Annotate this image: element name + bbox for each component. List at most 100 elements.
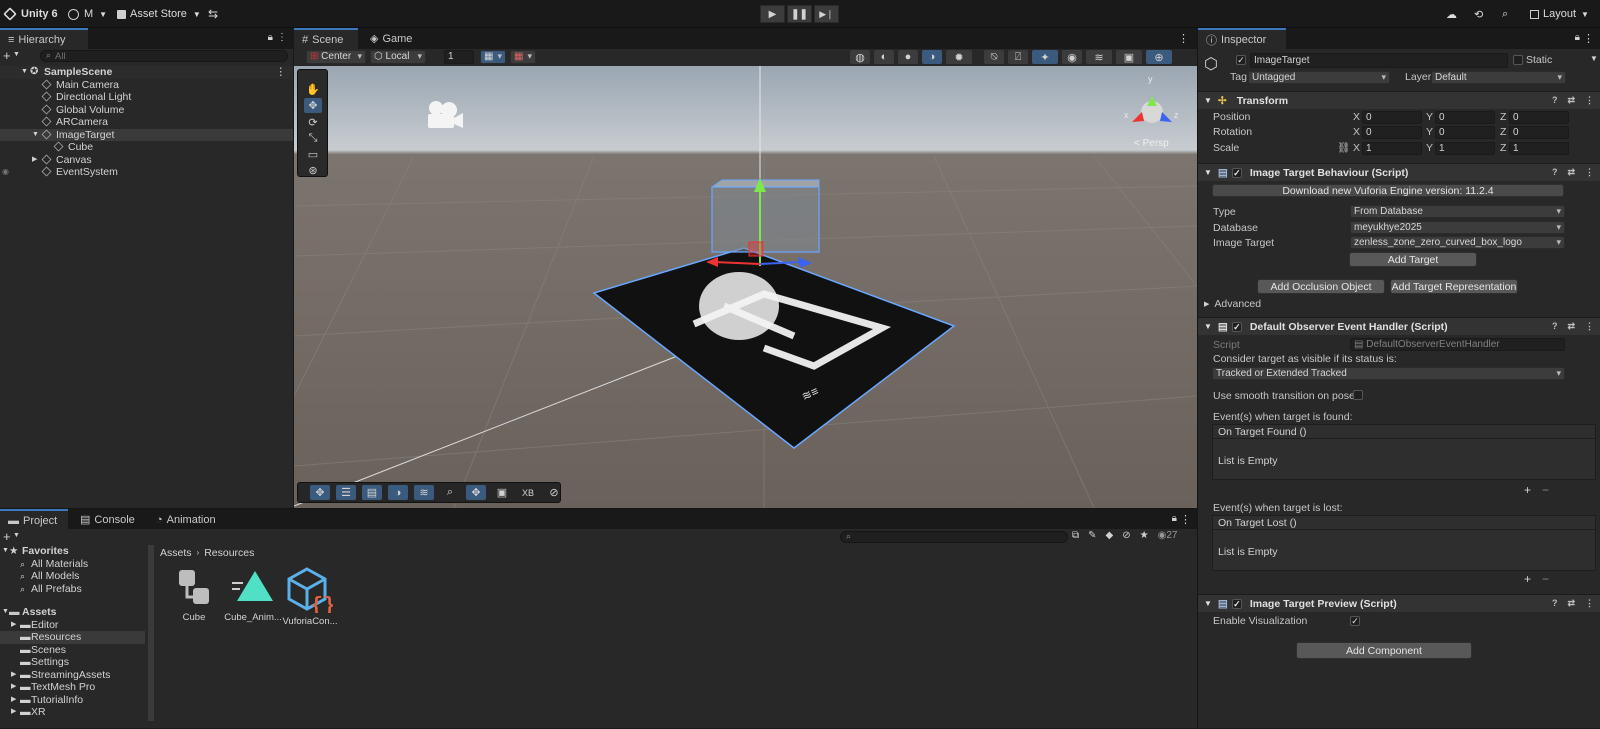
folder-row[interactable]: ▶ ▬ TextMesh Pro [0, 681, 145, 694]
cube-mesh[interactable] [711, 186, 820, 253]
tab-scene[interactable]: # Scene [294, 28, 358, 49]
effects-icon[interactable]: ✦ [1032, 50, 1058, 64]
grid-visibility-toggle[interactable]: ▦ [510, 50, 536, 64]
more-icon[interactable]: ⋮ [1585, 321, 1594, 332]
help-icon[interactable]: ? [1552, 598, 1558, 609]
add-icon[interactable]: + [1524, 483, 1531, 497]
favorites-row[interactable]: ▼ ★ Favorites [0, 545, 145, 558]
perspective-label[interactable]: < Persp [1134, 138, 1169, 149]
component-enabled-checkbox[interactable]: ✓ [1231, 167, 1242, 178]
asset-store-dropdown[interactable]: Asset Store ▼ [117, 4, 201, 24]
add-icon[interactable]: + [3, 529, 11, 544]
image-target-preview-header[interactable]: ▼ ▤ ✓ Image Target Preview (Script) ? ⇄ ⋮ [1198, 594, 1600, 612]
active-checkbox[interactable]: ✓ [1236, 55, 1246, 65]
download-vuforia-button[interactable]: Download new Vuforia Engine version: 11.… [1212, 184, 1564, 197]
hierarchy-search-input[interactable]: ⌕ All [40, 50, 288, 62]
link-icon[interactable]: ⛓ [1337, 141, 1350, 154]
grid-snap-toggle[interactable]: ▦ [480, 50, 506, 64]
transform-tool-icon[interactable]: ⊛ [304, 163, 322, 178]
hierarchy-item-arcamera[interactable]: ARCamera [0, 116, 293, 129]
add-icon[interactable]: + [1524, 572, 1531, 586]
tab-animation[interactable]: ◔ Animation [148, 509, 224, 530]
history-icon[interactable]: ⟲ [1474, 4, 1483, 24]
version-control-icon[interactable]: ⇆ [208, 4, 218, 24]
component-enabled-checkbox[interactable]: ✓ [1231, 321, 1242, 332]
object-name-input[interactable]: ImageTarget [1250, 53, 1508, 68]
position-x-field[interactable]: 0 [1362, 111, 1422, 124]
folder-row[interactable]: ▬ Scenes [0, 644, 145, 657]
camera-icon[interactable]: ▣ [492, 485, 512, 500]
wireframe-icon[interactable]: ◍ [850, 50, 870, 64]
breadcrumb-assets[interactable]: Assets [160, 547, 192, 559]
scale-tool-icon[interactable]: ⤡ [304, 131, 322, 146]
lock-icon[interactable]: 🔒︎ [268, 32, 273, 43]
favorite-item[interactable]: ⌕ All Materials [0, 558, 145, 571]
xb-button[interactable]: XB [518, 485, 538, 500]
move-icon[interactable]: ✥ [466, 485, 486, 500]
scale-y-field[interactable]: 1 [1435, 142, 1495, 155]
add-icon[interactable]: + [3, 49, 11, 63]
tab-hierarchy[interactable]: ≡ Hierarchy [0, 28, 88, 49]
folder-row[interactable]: ▶ ▬ StreamingAssets [0, 669, 145, 682]
add-component-button[interactable]: Add Component [1296, 642, 1472, 659]
fx-icon[interactable]: ⍁ [1008, 50, 1028, 64]
preset-icon[interactable]: ⇄ [1567, 321, 1575, 332]
shaded-wireframe-icon[interactable]: ◐ [874, 50, 894, 64]
hierarchy-item-cube[interactable]: Cube [0, 141, 293, 154]
warning-icon[interactable]: ⊘ [1122, 530, 1130, 541]
more-icon[interactable]: ⋮ [1585, 95, 1594, 106]
pause-button[interactable]: ❚❚ [787, 5, 812, 23]
folder-row[interactable]: ▶ ▬ Editor [0, 619, 145, 632]
move-tool-icon[interactable]: ✥ [304, 98, 322, 113]
audio-icon[interactable]: ⍉ [984, 50, 1004, 64]
folder-row[interactable]: ▶ ▬ TutorialInfo [0, 694, 145, 707]
enable-visualization-checkbox[interactable]: ✓ [1350, 616, 1360, 626]
compass-icon[interactable]: ⊘ [544, 485, 564, 500]
favorite-item[interactable]: ⌕ All Prefabs [0, 583, 145, 596]
transform-header[interactable]: ▼ ✢ Transform ? ⇄ ⋮ [1198, 91, 1600, 109]
scale-x-field[interactable]: 1 [1362, 142, 1422, 155]
cloud-icon[interactable]: ☁ [1446, 4, 1457, 24]
rotation-y-field[interactable]: 0 [1435, 126, 1495, 139]
help-icon[interactable]: ? [1552, 95, 1558, 106]
rotation-x-field[interactable]: 0 [1362, 126, 1422, 139]
advanced-foldout[interactable]: ▶ Advanced [1204, 298, 1261, 310]
hierarchy-item-global-volume[interactable]: Global Volume [0, 104, 293, 117]
remove-icon[interactable]: − [1542, 572, 1549, 586]
help-icon[interactable]: ? [1552, 321, 1558, 332]
visibility-count[interactable]: ◉27 [1158, 530, 1178, 541]
asset-item[interactable]: Cube_Anim... [224, 567, 282, 623]
preset-icon[interactable]: ⇄ [1567, 167, 1575, 178]
more-icon[interactable]: ⋮ [1585, 598, 1594, 609]
scale-z-field[interactable]: 1 [1509, 142, 1569, 155]
position-y-field[interactable]: 0 [1435, 111, 1495, 124]
position-z-field[interactable]: 0 [1509, 111, 1569, 124]
folder-row[interactable]: ▬ Settings [0, 656, 145, 669]
script-field[interactable]: ▤ DefaultObserverEventHandler [1350, 338, 1565, 351]
hierarchy-item-directional-light[interactable]: Directional Light [0, 91, 293, 104]
rect-tool-icon[interactable]: ▭ [304, 147, 322, 162]
layers-icon[interactable]: ≋ [414, 485, 434, 500]
space-dropdown[interactable]: ⬡ Local [370, 50, 426, 64]
hand-tool-icon[interactable]: ✋ [304, 82, 322, 97]
search-icon[interactable]: ⌕ [1502, 4, 1508, 24]
smooth-transition-checkbox[interactable] [1353, 390, 1363, 400]
folder-row[interactable]: ▶ ▬ XR [0, 706, 145, 719]
image-target-dropdown[interactable]: zenless_zone_zero_curved_box_logo [1350, 236, 1565, 249]
component-enabled-checkbox[interactable]: ✓ [1231, 598, 1242, 609]
more-icon[interactable]: ⋮ [1585, 167, 1594, 178]
layers-icon[interactable]: ≋ [1086, 50, 1112, 64]
account-dropdown[interactable]: M ▼ [68, 4, 107, 24]
hierarchy-item-eventsystem[interactable]: ◉ EventSystem [0, 166, 293, 179]
type-dropdown[interactable]: From Database [1350, 205, 1565, 218]
more-icon[interactable]: ⋮ [1583, 32, 1594, 45]
image-target-behaviour-header[interactable]: ▼ ▤ ✓ Image Target Behaviour (Script) ? ⇄… [1198, 163, 1600, 181]
folder-row-selected[interactable]: ▬ Resources [0, 631, 145, 644]
tab-console[interactable]: ▤ Console [72, 509, 143, 530]
project-search-input[interactable]: ⌕ [840, 531, 1068, 543]
folder-tree-scrollbar[interactable] [148, 545, 154, 721]
help-icon[interactable]: ? [1552, 167, 1558, 178]
more-icon[interactable]: ⋮ [1180, 513, 1191, 526]
preset-icon[interactable]: ⇄ [1567, 598, 1575, 609]
tag-icon[interactable]: ◆ [1106, 530, 1114, 541]
